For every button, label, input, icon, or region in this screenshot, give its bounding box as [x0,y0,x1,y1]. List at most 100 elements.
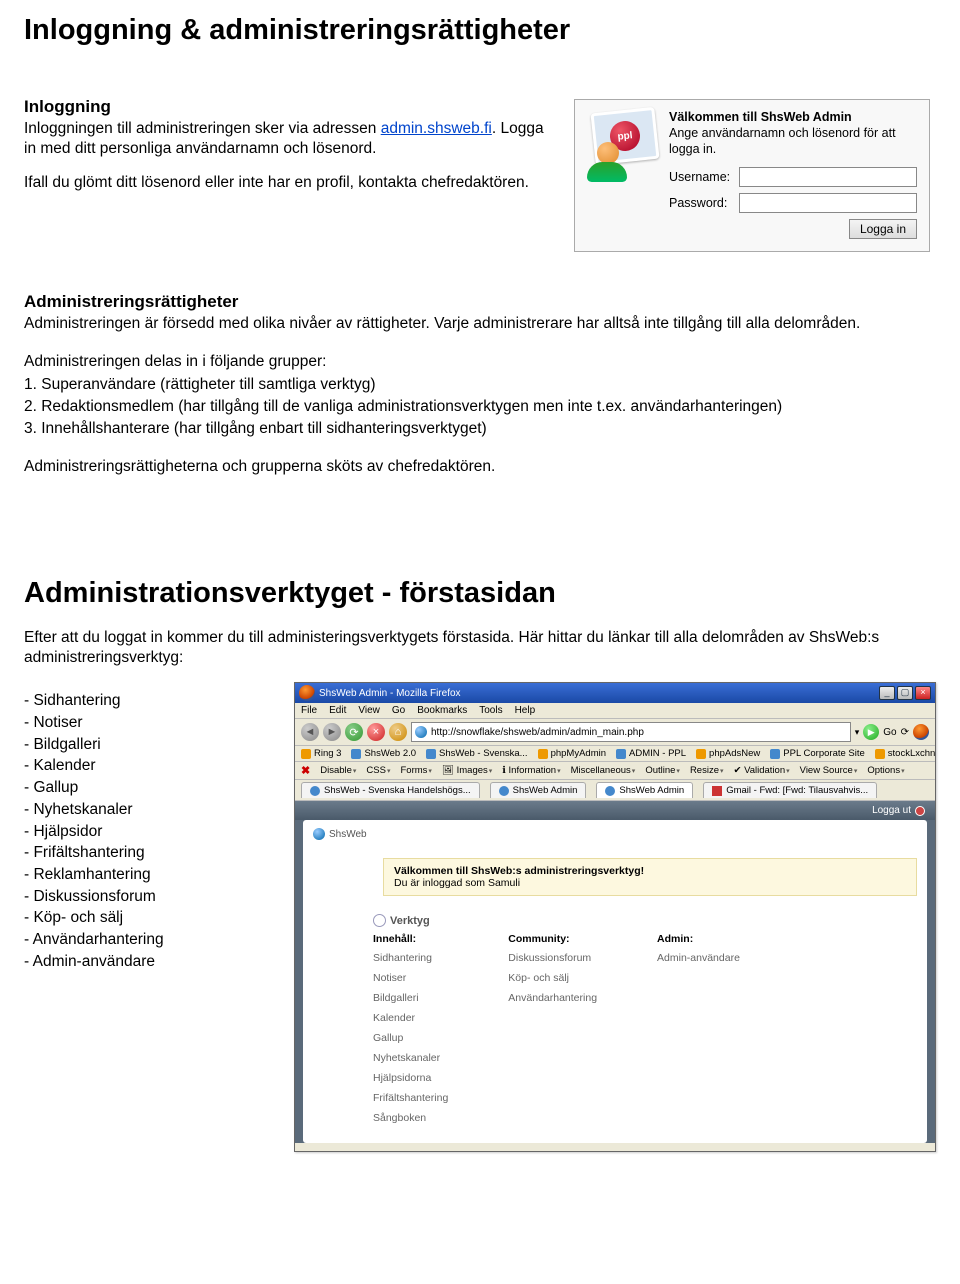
tool-link[interactable]: Admin-användare [657,949,740,969]
devtool-item[interactable]: Miscellaneous [571,765,636,776]
bookmark-label: phpAdsNew [709,748,760,759]
bookmark-item[interactable]: stockLxchng - free p... [875,748,935,759]
reload-button[interactable]: ⟳ [345,723,363,741]
brand-icon [313,828,325,840]
login-illustration: ppl [587,110,659,182]
tool-link[interactable]: Hjälpsidorna [373,1069,448,1089]
firefox-throbber-icon [913,724,929,740]
bookmark-favicon-icon [875,749,885,759]
password-label: Password: [669,196,733,210]
tool-link[interactable]: Användarhantering [508,989,597,1009]
menu-item[interactable]: Bookmarks [417,705,467,716]
bookmark-item[interactable]: ShsWeb - Svenska... [426,748,528,759]
username-input[interactable] [739,167,917,187]
logout-link[interactable]: Logga ut [872,805,925,816]
bookmark-favicon-icon [770,749,780,759]
login-title: Välkommen till ShsWeb Admin [669,110,917,124]
bookmark-item[interactable]: phpAdsNew [696,748,760,759]
menu-item[interactable]: File [301,705,317,716]
minimize-button[interactable]: _ [879,686,895,700]
home-button[interactable]: ⌂ [389,723,407,741]
menu-item[interactable]: Help [515,705,536,716]
bookmark-label: ShsWeb 2.0 [364,748,416,759]
devtool-item[interactable]: ℹ Information [502,765,560,776]
tool-link[interactable]: Kalender [373,1009,448,1029]
bookmark-item[interactable]: ShsWeb 2.0 [351,748,416,759]
password-input[interactable] [739,193,917,213]
tool-link[interactable]: Diskussionsforum [508,949,597,969]
list-item: Användarhantering [24,929,272,951]
bookmark-favicon-icon [538,749,548,759]
login-button[interactable]: Logga in [849,219,917,239]
list-item: Sidhantering [24,690,272,712]
maximize-button[interactable]: ▢ [897,686,913,700]
tool-link[interactable]: Bildgalleri [373,989,448,1009]
devtool-icon: ℹ [502,765,506,776]
favicon-icon [310,786,320,796]
col-head-admin: Admin: [657,933,740,945]
paragraph: Inloggningen till administreringen sker … [24,119,554,159]
brand: ShsWeb [313,828,917,840]
devtool-item[interactable]: Forms [400,765,431,776]
admin-link[interactable]: admin.shsweb.fi [381,120,492,137]
tool-link[interactable]: Frifältshantering [373,1089,448,1109]
forward-button[interactable]: ► [323,723,341,741]
devtool-item[interactable]: 🖼 Images [442,765,492,776]
bookmark-item[interactable]: PPL Corporate Site [770,748,865,759]
bookmark-item[interactable]: ADMIN - PPL [616,748,686,759]
disable-x-icon: ✖ [301,764,310,777]
tool-link[interactable]: Gallup [373,1029,448,1049]
tool-link[interactable]: Nyhetskanaler [373,1049,448,1069]
bookmark-label: ADMIN - PPL [629,748,686,759]
menu-item[interactable]: Tools [479,705,502,716]
list-item: Diskussionsforum [24,886,272,908]
login-panel: ppl Välkommen till ShsWeb Admin Ange anv… [574,99,930,252]
url-dropdown-icon[interactable]: ▾ [855,727,860,738]
tab[interactable]: ShsWeb - Svenska Handelshögs... [301,782,480,798]
col-head-community: Community: [508,933,597,945]
address-bar[interactable]: http://snowflake/shsweb/admin/admin_main… [411,722,851,742]
list-item: Reklamhantering [24,864,272,886]
stop-button[interactable]: × [367,723,385,741]
back-button[interactable]: ◄ [301,723,319,741]
bookmark-item[interactable]: phpMyAdmin [538,748,606,759]
devtool-item[interactable]: View Source [800,765,858,776]
tool-list: SidhanteringNotiserBildgalleriKalenderGa… [24,690,272,972]
go-button[interactable]: ▶ [863,724,879,740]
tool-link[interactable]: Sångboken [373,1109,448,1129]
welcome-subtitle: Du är inloggad som Samuli [394,877,906,889]
menu-item[interactable]: View [358,705,380,716]
devtool-item[interactable]: Options [867,765,904,776]
tool-link[interactable]: Köp- och sälj [508,969,597,989]
menu-item[interactable]: Edit [329,705,346,716]
devtool-item[interactable]: ✔ Validation [734,765,790,776]
favicon-icon [605,786,615,796]
subheading-rights: Administreringsrättigheter [24,292,936,312]
tab[interactable]: ShsWeb Admin [490,782,587,798]
logout-label: Logga ut [872,805,911,816]
tool-link[interactable]: Notiser [373,969,448,989]
list-item: Notiser [24,712,272,734]
close-button[interactable]: × [915,686,931,700]
bookmark-favicon-icon [351,749,361,759]
devtool-item[interactable]: CSS [366,765,390,776]
bookmark-toggle-icon[interactable]: ⟳ [901,727,909,738]
menu-item[interactable]: Go [392,705,405,716]
tab-active[interactable]: ShsWeb Admin [596,782,693,798]
devtool-item[interactable]: Outline [645,765,680,776]
tool-link[interactable]: Sidhantering [373,949,448,969]
devtool-item[interactable]: Disable [320,765,356,776]
nav-toolbar: ◄ ► ⟳ × ⌂ http://snowflake/shsweb/admin/… [295,719,935,746]
brand-label: ShsWeb [329,829,367,840]
bookmark-label: stockLxchng - free p... [888,748,935,759]
tools-icon [373,914,386,927]
text: Inloggningen till administreringen sker … [24,120,381,137]
paragraph: Administreringen delas in i följande gru… [24,352,936,372]
devtool-item[interactable]: Resize [690,765,724,776]
gmail-favicon-icon [712,786,722,796]
bookmark-item[interactable]: Ring 3 [301,748,341,759]
window-title: ShsWeb Admin - Mozilla Firefox [319,688,461,699]
menu-bar: File Edit View Go Bookmarks Tools Help [295,703,935,719]
list-item: Kalender [24,755,272,777]
tab[interactable]: Gmail - Fwd: [Fwd: Tilausvahvis... [703,782,877,798]
